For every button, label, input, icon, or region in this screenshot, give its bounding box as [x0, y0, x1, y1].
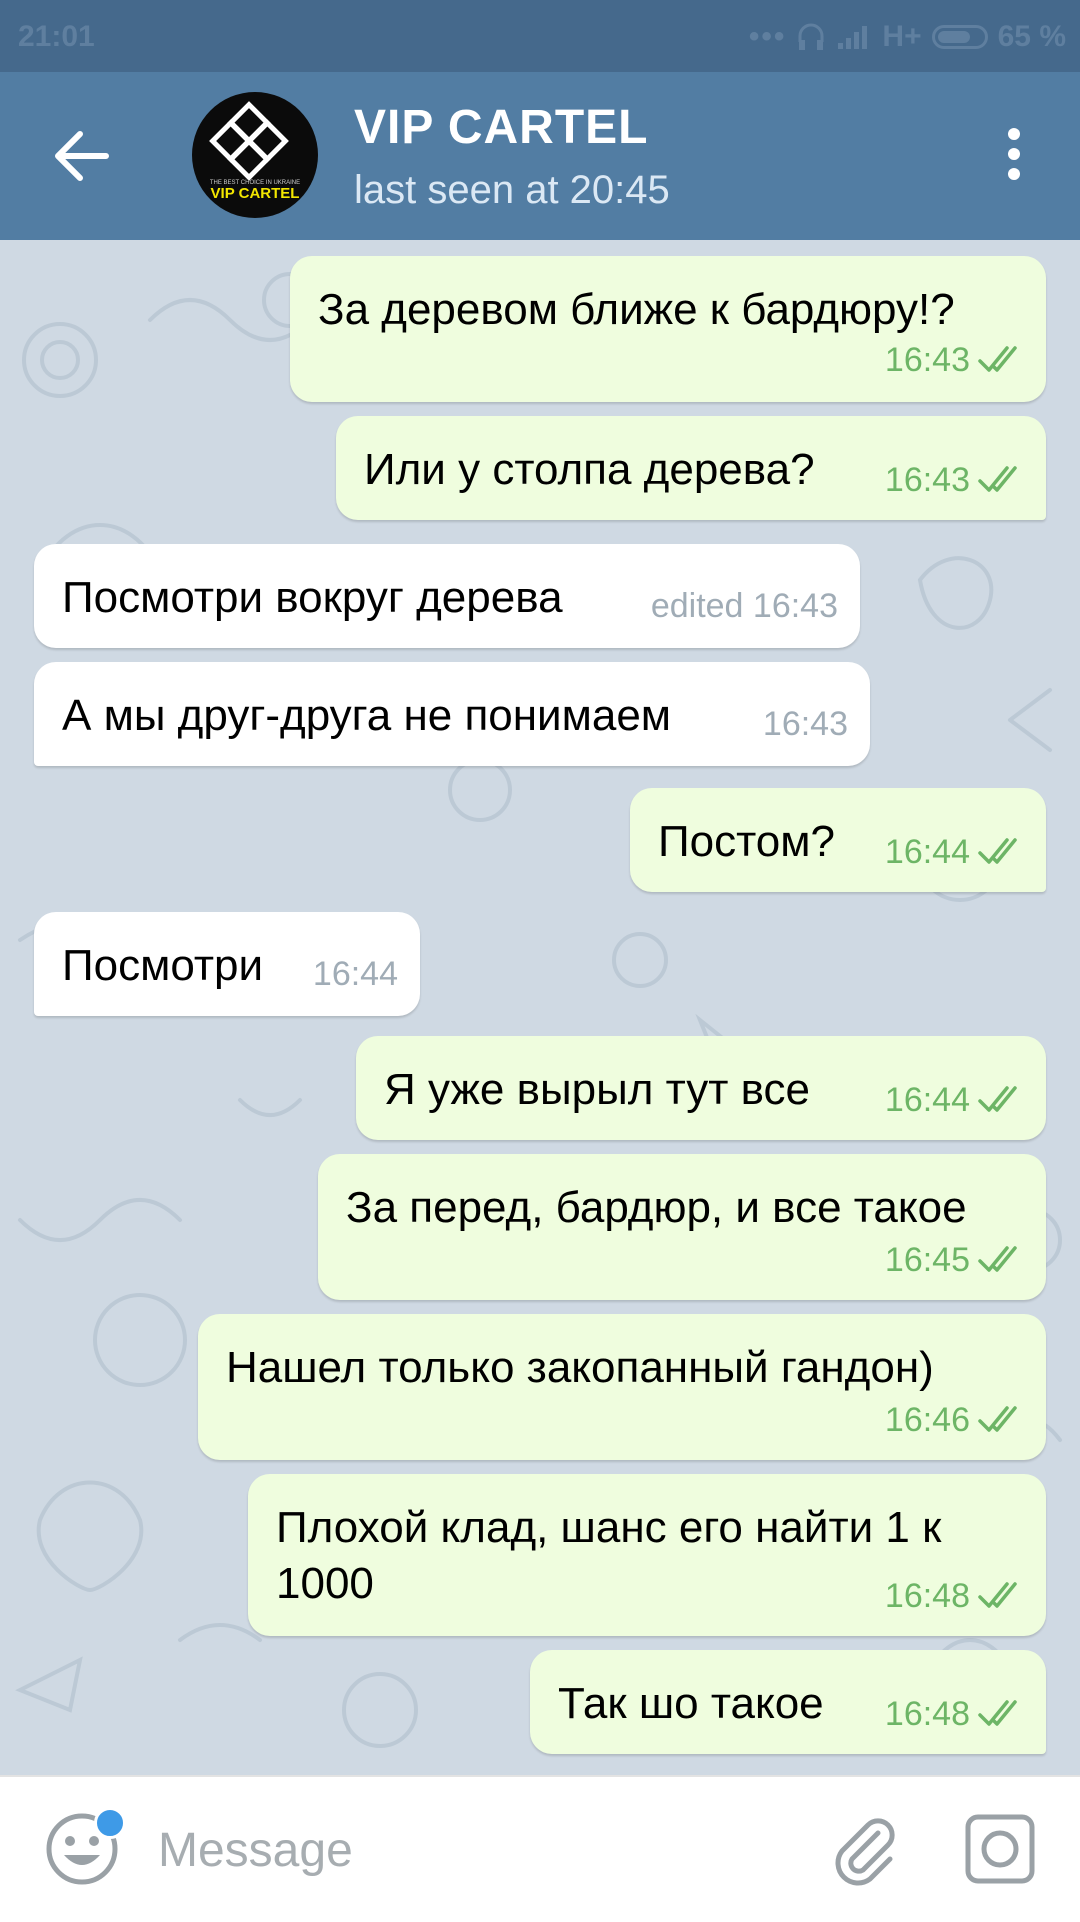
status-bar: 21:01 ••• H+ 65 %	[0, 0, 1080, 72]
message-outgoing[interactable]: Так шо такое 16:48	[530, 1650, 1046, 1754]
vip-cartel-logo: THE BEST CHOICE IN UKRAINE VIP CARTEL	[209, 101, 300, 202]
signal-icon	[838, 26, 868, 49]
message-time: 16:43	[884, 341, 970, 379]
message-meta: 16:44	[885, 1072, 1026, 1128]
message-meta: 16:43	[885, 452, 1026, 508]
double-check-icon	[978, 1700, 1017, 1726]
message-text: Я уже вырыл тут все	[384, 1065, 810, 1114]
network-type: H+	[882, 20, 922, 53]
double-check-icon	[978, 1406, 1017, 1432]
message-meta: edited 16:43	[651, 578, 838, 634]
message-meta: 16:48	[885, 1568, 1026, 1624]
notification-dot	[94, 1807, 126, 1839]
message-incoming[interactable]: А мы друг-друга не понимаем 16:43	[34, 662, 870, 766]
message-time: 16:48	[884, 1577, 970, 1615]
double-check-icon	[978, 1086, 1017, 1112]
double-check-icon	[978, 346, 1017, 372]
double-check-icon	[978, 1246, 1017, 1272]
camera-icon[interactable]	[962, 1811, 1038, 1887]
message-text-line: 1000	[276, 1559, 374, 1608]
status-indicators: ••• H+ 65 %	[749, 20, 1066, 54]
message-text: Посмотри вокруг дерева	[62, 573, 563, 622]
chat-title[interactable]: VIP CARTEL	[354, 100, 648, 155]
message-text: Нашел только закопанный гандон)	[226, 1343, 934, 1392]
double-check-icon	[978, 838, 1017, 864]
message-text: Посмотри	[62, 941, 264, 990]
message-outgoing[interactable]: Плохой клад, шанс его найти 1 к 1000 16:…	[248, 1474, 1046, 1636]
message-time: 16:44	[884, 1081, 970, 1119]
message-incoming[interactable]: Посмотри 16:44	[34, 912, 420, 1016]
message-outgoing[interactable]: Я уже вырыл тут все 16:44	[356, 1036, 1046, 1140]
message-outgoing[interactable]: За перед, бардюр, и все такое 16:45	[318, 1154, 1046, 1300]
message-text: Или у столпа дерева?	[364, 445, 815, 494]
message-meta: 16:44	[885, 824, 1026, 880]
message-time: 16:43	[884, 461, 970, 499]
message-time: 16:46	[884, 1401, 970, 1439]
headphones-icon	[798, 23, 824, 50]
message-text: Так шо такое	[558, 1679, 824, 1728]
status-time: 21:01	[18, 20, 95, 53]
message-time: 16:48	[884, 1695, 970, 1733]
message-time: 16:44	[312, 955, 398, 993]
message-text-line: Плохой клад, шанс его найти 1 к	[276, 1503, 942, 1552]
message-outgoing[interactable]: Нашел только закопанный гандон) 16:46	[198, 1314, 1046, 1460]
back-arrow-icon[interactable]	[50, 124, 114, 188]
message-incoming[interactable]: Посмотри вокруг дерева edited 16:43	[34, 544, 860, 648]
battery-percent: 65 %	[997, 20, 1066, 53]
message-time: edited 16:43	[650, 587, 838, 625]
more-notifications-icon: •••	[748, 20, 787, 53]
message-meta: 16:48	[885, 1686, 1026, 1742]
svg-text:VIP CARTEL: VIP CARTEL	[211, 185, 300, 202]
double-check-icon	[978, 1582, 1017, 1608]
chat-messages-area[interactable]: За деревом ближе к бардюру!? 16:43 Или у…	[0, 240, 1080, 1775]
message-text: Плохой клад, шанс его найти 1 к 1000	[276, 1500, 941, 1612]
chat-header: THE BEST CHOICE IN UKRAINE VIP CARTEL VI…	[0, 72, 1080, 240]
message-text: За перед, бардюр, и все такое	[346, 1183, 967, 1232]
message-meta: 16:44	[313, 946, 398, 1002]
last-seen-status: last seen at 20:45	[354, 168, 670, 212]
message-outgoing[interactable]: За деревом ближе к бардюру!? 16:43	[290, 256, 1046, 402]
message-composer	[0, 1775, 1080, 1922]
message-time: 16:43	[762, 705, 848, 743]
message-text: А мы друг-друга не понимаем	[62, 691, 672, 740]
message-meta: 16:45	[885, 1232, 1026, 1288]
paperclip-icon[interactable]	[826, 1811, 902, 1887]
message-time: 16:44	[884, 833, 970, 871]
message-meta: 16:46	[885, 1392, 1026, 1448]
message-time: 16:45	[884, 1241, 970, 1279]
battery-icon	[931, 25, 988, 49]
double-check-icon	[978, 466, 1017, 492]
message-meta: 16:43	[763, 696, 848, 752]
message-text: За деревом ближе к бардюру!?	[318, 285, 955, 334]
message-text: Постом?	[658, 817, 835, 866]
message-input[interactable]	[156, 1817, 780, 1883]
message-meta: 16:43	[885, 332, 1026, 388]
message-outgoing[interactable]: Или у столпа дерева? 16:43	[336, 416, 1046, 520]
avatar[interactable]: THE BEST CHOICE IN UKRAINE VIP CARTEL	[192, 92, 318, 218]
more-options-icon[interactable]	[1004, 128, 1024, 188]
message-outgoing[interactable]: Постом? 16:44	[630, 788, 1046, 892]
